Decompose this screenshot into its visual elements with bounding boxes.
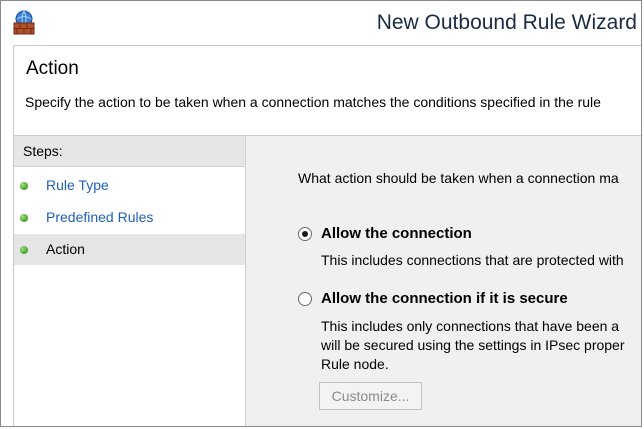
allow-if-secure-radio[interactable] xyxy=(298,292,312,306)
step-rule-type[interactable]: Rule Type xyxy=(14,170,245,201)
allow-if-secure-description-line: Rule node. xyxy=(321,356,389,372)
action-panel: What action should be taken when a conne… xyxy=(246,136,641,426)
steps-header: Steps: xyxy=(14,136,245,167)
allow-connection-radio[interactable] xyxy=(298,227,312,241)
wizard-window: New Outbound Rule Wizard Action Specify … xyxy=(0,0,642,427)
firewall-wizard-icon xyxy=(11,10,37,36)
page-title: Action xyxy=(26,58,79,79)
wizard-content: Action Specify the action to be taken wh… xyxy=(13,45,641,426)
allow-connection-label[interactable]: Allow the connection xyxy=(321,225,472,242)
step-current-icon xyxy=(20,246,28,254)
allow-if-secure-description-line: will be secured using the settings in IP… xyxy=(321,337,625,353)
action-question: What action should be taken when a conne… xyxy=(298,170,619,186)
allow-if-secure-description-line: This includes only connections that have… xyxy=(321,318,620,334)
window-title: New Outbound Rule Wizard xyxy=(376,11,637,34)
step-complete-icon xyxy=(20,214,28,222)
step-label[interactable]: Rule Type xyxy=(46,177,109,193)
customize-button[interactable]: Customize... xyxy=(319,382,422,410)
step-label: Action xyxy=(46,241,85,257)
step-action[interactable]: Action xyxy=(14,234,245,265)
steps-header-label: Steps: xyxy=(23,143,63,159)
step-label[interactable]: Predefined Rules xyxy=(46,209,153,225)
steps-panel: Steps: Rule Type Predefined Rules Action xyxy=(14,136,246,426)
step-predefined-rules[interactable]: Predefined Rules xyxy=(14,202,245,233)
step-complete-icon xyxy=(20,182,28,190)
title-bar: New Outbound Rule Wizard xyxy=(1,1,641,45)
page-subtitle: Specify the action to be taken when a co… xyxy=(25,94,601,110)
allow-if-secure-label[interactable]: Allow the connection if it is secure xyxy=(321,290,568,307)
allow-connection-description: This includes connections that are prote… xyxy=(321,252,624,268)
